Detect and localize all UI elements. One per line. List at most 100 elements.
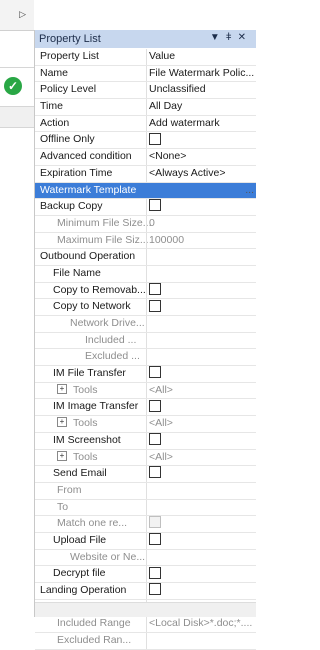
property-row[interactable]: IM Image Transfer [35, 399, 256, 417]
property-value[interactable] [149, 433, 256, 449]
expand-plus-icon[interactable]: + [57, 417, 67, 428]
checkbox[interactable] [149, 583, 161, 596]
expand-plus-icon[interactable]: + [57, 383, 67, 394]
property-value[interactable]: <Local Disk>*.doc;*.... [149, 616, 256, 632]
property-name-text: Decrypt file [53, 567, 106, 580]
property-value[interactable] [149, 132, 256, 148]
property-name: Excluded ... [35, 349, 195, 365]
property-name-text: Expiration Time [40, 166, 113, 179]
property-row[interactable]: Name File Watermark Polic... [35, 65, 256, 83]
property-value[interactable]: 0 [149, 216, 256, 232]
property-row[interactable]: Landing Operation [35, 583, 256, 600]
property-value[interactable]: <All> [149, 383, 256, 399]
checkbox[interactable] [149, 366, 161, 379]
property-value[interactable]: <None> [149, 149, 256, 165]
property-row[interactable]: Copy to Network [35, 299, 256, 316]
property-row[interactable]: + Tools <All> [35, 416, 256, 433]
property-name: Backup Copy [35, 199, 150, 215]
checkbox[interactable] [149, 299, 161, 312]
property-value[interactable]: <All> [149, 416, 256, 432]
property-value-text: <Local Disk>*.doc;*.... [149, 617, 253, 630]
property-row[interactable]: Expiration Time <Always Active> [35, 165, 256, 183]
property-name: Minimum File Size... [35, 216, 167, 232]
property-row[interactable]: File Name [35, 265, 256, 283]
property-row[interactable]: Decrypt file [35, 566, 256, 583]
property-value[interactable]: Add watermark [149, 116, 256, 132]
property-row[interactable]: Outbound Operation [35, 249, 256, 266]
property-row[interactable]: From [35, 482, 256, 500]
property-row[interactable]: Backup Copy [35, 199, 256, 216]
property-value[interactable] [149, 366, 256, 382]
checkbox[interactable] [149, 466, 161, 479]
property-value[interactable] [149, 282, 256, 299]
property-row[interactable]: Website or Ne... [35, 549, 256, 567]
property-name: From [35, 483, 167, 499]
property-row[interactable]: Offline Only [35, 132, 256, 150]
dropdown-icon[interactable]: ▼ [210, 32, 226, 43]
property-row[interactable]: + Tools <All> [35, 449, 256, 467]
property-name-text: Network Drive... [70, 317, 145, 329]
property-row[interactable]: + Tools <All> [35, 382, 256, 400]
property-row[interactable]: Network Drive... [35, 316, 256, 333]
property-value[interactable]: <Always Active> [149, 166, 256, 182]
checkbox[interactable] [149, 132, 161, 145]
property-name-text: Copy to Removab... [53, 283, 146, 296]
property-row[interactable]: Excluded Ran... [35, 633, 256, 650]
checkbox[interactable] [149, 566, 161, 579]
property-value[interactable] [149, 299, 256, 315]
property-name-text: To [57, 500, 69, 513]
property-value[interactable] [149, 466, 256, 482]
property-name: Excluded Ran... [35, 633, 167, 649]
property-row[interactable]: Excluded ... [35, 349, 256, 367]
property-name-text: File Name [53, 266, 101, 279]
checkbox[interactable] [149, 399, 161, 412]
checkbox[interactable] [149, 282, 161, 295]
browse-button[interactable]: ... [245, 183, 254, 199]
property-value[interactable]: All Day [149, 99, 256, 115]
property-value[interactable] [149, 533, 256, 549]
property-row[interactable]: Maximum File Siz... 100000 [35, 232, 256, 250]
property-name: Name [35, 66, 150, 82]
left-panel-row[interactable] [0, 31, 34, 68]
property-row[interactable]: Action Add watermark [35, 115, 256, 133]
property-value[interactable] [149, 516, 256, 532]
property-name-text: Landing Operation [40, 584, 127, 596]
left-panel-row[interactable] [0, 107, 34, 128]
property-value[interactable]: <All> [149, 450, 256, 466]
property-value[interactable]: 100000 [149, 233, 256, 249]
property-row[interactable]: Minimum File Size... 0 [35, 215, 256, 233]
property-row[interactable]: Match one re... [35, 516, 256, 533]
property-row[interactable]: Included ... [35, 332, 256, 350]
property-row[interactable]: IM Screenshot [35, 432, 256, 450]
property-row[interactable]: To [35, 499, 256, 517]
property-row[interactable]: Upload File [35, 532, 256, 550]
property-value[interactable] [149, 566, 256, 582]
property-row[interactable]: Send Email [35, 466, 256, 483]
horizontal-scrollbar[interactable] [35, 602, 256, 617]
checkbox[interactable] [149, 533, 161, 546]
property-name: Decrypt file [35, 566, 163, 582]
property-row[interactable]: Advanced condition <None> [35, 149, 256, 166]
property-name-text: Policy Level [40, 83, 97, 96]
property-row[interactable]: Policy Level Unclassified [35, 82, 256, 100]
property-value[interactable]: Unclassified [149, 82, 256, 98]
property-value[interactable] [149, 199, 256, 215]
property-value[interactable] [149, 399, 256, 415]
expand-arrow-icon[interactable]: ▷ [19, 9, 26, 20]
expand-plus-icon[interactable]: + [57, 450, 67, 461]
pin-icon[interactable]: ǂ [226, 32, 238, 43]
property-name: Upload File [35, 533, 163, 549]
checkbox[interactable] [149, 199, 161, 212]
close-icon[interactable]: ✕ [238, 32, 252, 43]
property-row[interactable]: Watermark Template... [35, 182, 256, 200]
property-row[interactable]: Included Range <Local Disk>*.doc;*.... [35, 616, 256, 634]
property-name-text: Action [40, 116, 70, 129]
property-name-text: Advanced condition [40, 150, 132, 163]
property-row[interactable]: Copy to Removab... [35, 282, 256, 300]
property-row[interactable]: IM File Transfer [35, 366, 256, 383]
left-panel-row[interactable]: ✓ [0, 68, 34, 107]
property-value[interactable] [149, 583, 256, 599]
property-value[interactable]: File Watermark Polic... [149, 66, 256, 82]
property-row[interactable]: Time All Day [35, 99, 256, 116]
checkbox[interactable] [149, 433, 161, 446]
